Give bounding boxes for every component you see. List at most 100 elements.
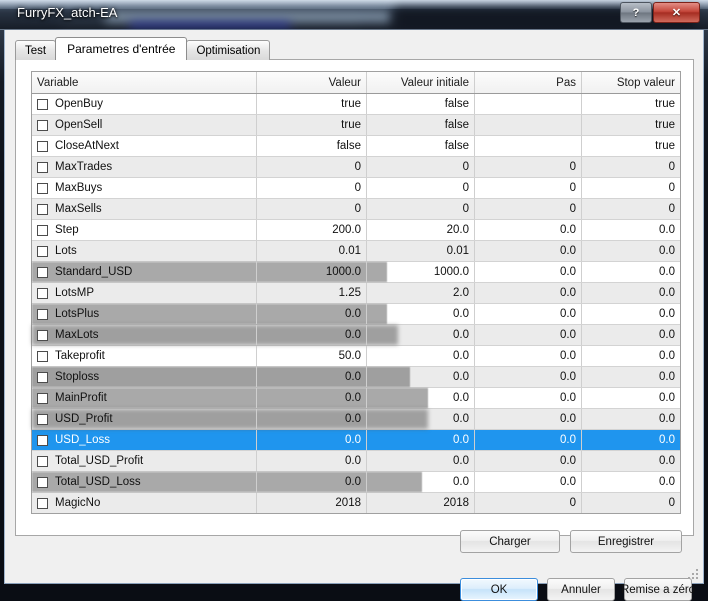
help-button[interactable]: ? — [620, 2, 652, 23]
cell-stop[interactable]: 0.0 — [582, 472, 680, 492]
cell-step[interactable]: 0.0 — [475, 304, 582, 324]
cell-variable[interactable]: CloseAtNext — [32, 136, 257, 156]
cell-stop[interactable]: true — [582, 94, 680, 114]
optimize-checkbox[interactable] — [37, 141, 48, 152]
table-row[interactable]: MainProfit0.00.00.00.0 — [32, 388, 680, 409]
cell-value[interactable]: 0.0 — [257, 472, 367, 492]
cell-step[interactable]: 0.0 — [475, 325, 582, 345]
cell-stop[interactable]: 0 — [582, 178, 680, 198]
cell-initial[interactable]: 0.0 — [367, 325, 475, 345]
table-row[interactable]: OpenSelltruefalsetrue — [32, 115, 680, 136]
optimize-checkbox[interactable] — [37, 183, 48, 194]
cell-variable[interactable]: Lots — [32, 241, 257, 261]
optimize-checkbox[interactable] — [37, 393, 48, 404]
table-row[interactable]: OpenBuytruefalsetrue — [32, 94, 680, 115]
optimize-checkbox[interactable] — [37, 288, 48, 299]
cell-stop[interactable]: 0.0 — [582, 451, 680, 471]
cell-initial[interactable]: false — [367, 136, 475, 156]
optimize-checkbox[interactable] — [37, 351, 48, 362]
cell-step[interactable]: 0.0 — [475, 367, 582, 387]
cell-variable[interactable]: USD_Profit — [32, 409, 257, 429]
table-row[interactable]: CloseAtNextfalsefalsetrue — [32, 136, 680, 157]
cell-value[interactable]: true — [257, 94, 367, 114]
cell-variable[interactable]: MaxTrades — [32, 157, 257, 177]
optimize-checkbox[interactable] — [37, 204, 48, 215]
cell-variable[interactable]: Takeprofit — [32, 346, 257, 366]
cell-variable[interactable]: LotsMP — [32, 283, 257, 303]
column-header-pas[interactable]: Pas — [475, 72, 582, 93]
cell-step[interactable]: 0.0 — [475, 283, 582, 303]
cell-value[interactable]: 50.0 — [257, 346, 367, 366]
remise-a-z-ro-button[interactable]: Remise a zéro — [624, 578, 692, 601]
cell-stop[interactable]: 0.0 — [582, 304, 680, 324]
table-row[interactable]: MaxLots0.00.00.00.0 — [32, 325, 680, 346]
tab-parametres-d-entr-e[interactable]: Parametres d'entrée — [55, 37, 187, 60]
enregistrer-button[interactable]: Enregistrer — [570, 530, 682, 553]
cell-step[interactable]: 0.0 — [475, 430, 582, 450]
cell-variable[interactable]: MaxBuys — [32, 178, 257, 198]
optimize-checkbox[interactable] — [37, 330, 48, 341]
table-row[interactable]: Total_USD_Profit0.00.00.00.0 — [32, 451, 680, 472]
cell-stop[interactable]: 0.0 — [582, 283, 680, 303]
cell-value[interactable]: true — [257, 115, 367, 135]
table-row[interactable]: Takeprofit50.00.00.00.0 — [32, 346, 680, 367]
table-row[interactable]: USD_Loss0.00.00.00.0 — [32, 430, 680, 451]
cell-value[interactable]: 0.0 — [257, 367, 367, 387]
optimize-checkbox[interactable] — [37, 120, 48, 131]
optimize-checkbox[interactable] — [37, 162, 48, 173]
cell-stop[interactable]: true — [582, 115, 680, 135]
tab-test[interactable]: Test — [15, 40, 56, 60]
cell-initial[interactable]: 20.0 — [367, 220, 475, 240]
cell-stop[interactable]: 0.0 — [582, 262, 680, 282]
cell-stop[interactable]: 0 — [582, 157, 680, 177]
cell-value[interactable]: 1.25 — [257, 283, 367, 303]
optimize-checkbox[interactable] — [37, 372, 48, 383]
column-header-variable[interactable]: Variable — [32, 72, 257, 93]
cell-value[interactable]: false — [257, 136, 367, 156]
cell-value[interactable]: 0.0 — [257, 409, 367, 429]
cell-variable[interactable]: Stoploss — [32, 367, 257, 387]
title-bar[interactable]: FurryFX_atch-EA ? ✕ — [0, 0, 708, 30]
optimize-checkbox[interactable] — [37, 477, 48, 488]
annuler-button[interactable]: Annuler — [547, 578, 615, 601]
cell-initial[interactable]: 0.0 — [367, 430, 475, 450]
parameters-grid[interactable]: VariableValeurValeur initialePasStop val… — [31, 71, 681, 514]
optimize-checkbox[interactable] — [37, 99, 48, 110]
cell-step[interactable]: 0 — [475, 199, 582, 219]
cell-step[interactable]: 0.0 — [475, 241, 582, 261]
cell-variable[interactable]: Standard_USD — [32, 262, 257, 282]
optimize-checkbox[interactable] — [37, 309, 48, 320]
table-row[interactable]: MaxBuys0000 — [32, 178, 680, 199]
cell-step[interactable]: 0.0 — [475, 388, 582, 408]
cell-stop[interactable]: 0.0 — [582, 220, 680, 240]
tab-optimisation[interactable]: Optimisation — [186, 40, 270, 60]
cell-initial[interactable]: 0.0 — [367, 409, 475, 429]
cell-stop[interactable]: 0.0 — [582, 409, 680, 429]
cell-initial[interactable]: false — [367, 94, 475, 114]
cell-initial[interactable]: 1000.0 — [367, 262, 475, 282]
cell-stop[interactable]: 0.0 — [582, 430, 680, 450]
table-row[interactable]: LotsMP1.252.00.00.0 — [32, 283, 680, 304]
cell-stop[interactable]: 0.0 — [582, 367, 680, 387]
cell-variable[interactable]: Total_USD_Profit — [32, 451, 257, 471]
cell-value[interactable]: 1000.0 — [257, 262, 367, 282]
cell-initial[interactable]: 0.0 — [367, 367, 475, 387]
column-header-valeur-initiale[interactable]: Valeur initiale — [367, 72, 475, 93]
table-row[interactable]: Step200.020.00.00.0 — [32, 220, 680, 241]
table-row[interactable]: Standard_USD1000.01000.00.00.0 — [32, 262, 680, 283]
optimize-checkbox[interactable] — [37, 246, 48, 257]
cell-variable[interactable]: MaxSells — [32, 199, 257, 219]
cell-initial[interactable]: false — [367, 115, 475, 135]
table-row[interactable]: MaxSells0000 — [32, 199, 680, 220]
ok-button[interactable]: OK — [460, 578, 538, 601]
cell-step[interactable]: 0.0 — [475, 220, 582, 240]
cell-value[interactable]: 0.0 — [257, 388, 367, 408]
table-row[interactable]: LotsPlus0.00.00.00.0 — [32, 304, 680, 325]
column-header-valeur[interactable]: Valeur — [257, 72, 367, 93]
table-row[interactable]: Stoploss0.00.00.00.0 — [32, 367, 680, 388]
resize-grip[interactable] — [686, 567, 698, 579]
cell-step[interactable]: 0.0 — [475, 262, 582, 282]
cell-stop[interactable]: true — [582, 136, 680, 156]
table-row[interactable]: Lots0.010.010.00.0 — [32, 241, 680, 262]
cell-value[interactable]: 0 — [257, 199, 367, 219]
